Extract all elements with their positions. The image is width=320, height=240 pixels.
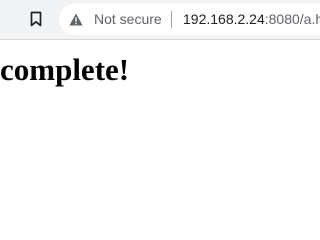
url-path: :8080/a.h <box>264 11 320 27</box>
url-text[interactable]: 192.168.2.24:8080/a.h <box>183 4 320 35</box>
security-status-label[interactable]: Not secure <box>94 4 162 35</box>
bookmark-button[interactable] <box>25 7 47 31</box>
address-bar[interactable]: Not secure 192.168.2.24:8080/a.h <box>59 4 320 35</box>
page-content: complete! <box>0 40 320 214</box>
warning-triangle-icon[interactable] <box>69 13 83 26</box>
page-heading: complete! <box>0 52 130 87</box>
bookmark-icon <box>30 11 42 27</box>
url-host: 192.168.2.24 <box>183 11 265 27</box>
browser-toolbar: Not secure 192.168.2.24:8080/a.h <box>0 0 320 40</box>
omnibox-divider <box>171 11 172 28</box>
browser-window: Not secure 192.168.2.24:8080/a.h complet… <box>0 0 320 214</box>
